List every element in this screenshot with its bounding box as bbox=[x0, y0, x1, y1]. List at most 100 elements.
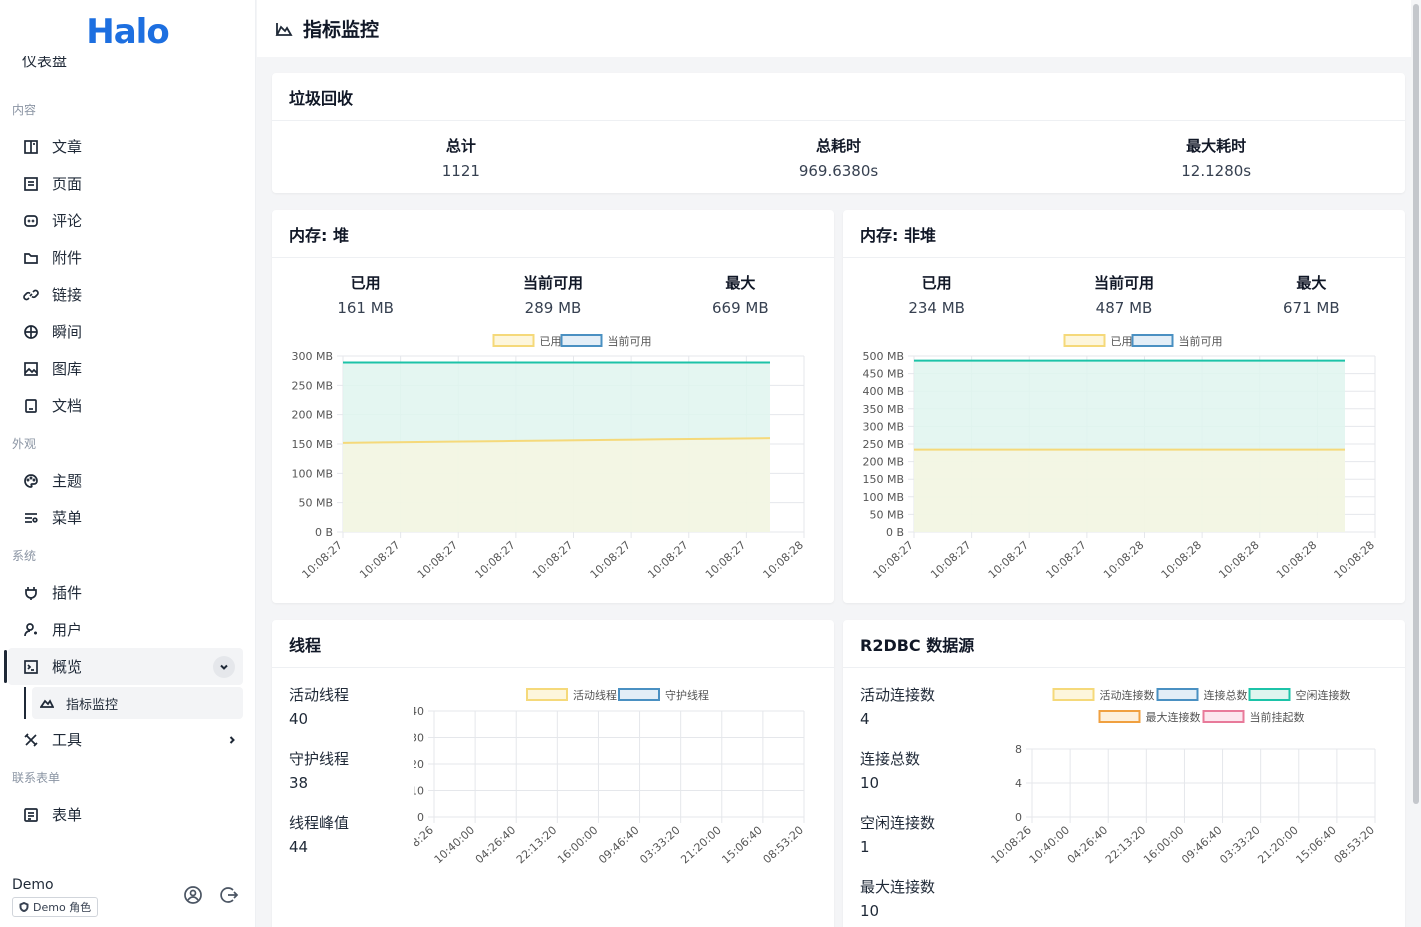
sidebar-item-photos[interactable]: 图库 bbox=[0, 350, 255, 387]
area-fill bbox=[914, 449, 1345, 532]
x-tick-label: 09:46:40 bbox=[1179, 824, 1224, 867]
x-tick-label: 10:08:26 bbox=[989, 824, 1034, 867]
nonheap-stat-available: 当前可用 487 MB bbox=[1030, 272, 1217, 317]
x-tick-label: 10:08:28 bbox=[1332, 539, 1377, 582]
page-icon bbox=[22, 175, 40, 193]
stat-label: 当前可用 bbox=[1093, 274, 1154, 292]
legend-swatch bbox=[1202, 710, 1245, 723]
heap-stat-max: 最大 669 MB bbox=[647, 272, 834, 317]
sidebar-item-label: 用户 bbox=[52, 621, 83, 639]
legend-label: 当前挂起数 bbox=[1250, 710, 1305, 724]
threads-chart: 活动线程 守护线程 40 30 20 10 010:08:2610:40:0004:26:4… bbox=[414, 688, 806, 867]
form-icon bbox=[22, 806, 40, 824]
gc-stat-total: 总计 1121 bbox=[272, 135, 650, 180]
stat-label: 已用 bbox=[921, 274, 952, 292]
x-tick-label: 10:08:27 bbox=[928, 539, 973, 582]
kv-value: 1 bbox=[860, 838, 870, 856]
x-tick-label: 10:08:28 bbox=[1159, 539, 1204, 582]
legend-label: 已用 bbox=[1111, 335, 1133, 348]
y-tick-label: 300 MB bbox=[291, 350, 333, 363]
chevron-right-icon[interactable] bbox=[221, 729, 243, 751]
x-tick-label: 10:40:00 bbox=[432, 824, 477, 867]
x-tick-label: 10:08:28 bbox=[1274, 539, 1319, 582]
sidebar-item-metrics[interactable]: 指标监控 bbox=[24, 687, 243, 719]
heap-stat-used: 已用 161 MB bbox=[272, 272, 459, 317]
sidebar-item-moments[interactable]: 瞬间 bbox=[0, 313, 255, 350]
logo-text: Halo bbox=[86, 12, 169, 52]
legend-label: 当前可用 bbox=[1179, 334, 1223, 348]
sidebar-item-forms[interactable]: 表单 bbox=[0, 796, 255, 833]
sidebar-item-menus[interactable]: 菜单 bbox=[0, 499, 255, 536]
y-tick-label: 300 MB bbox=[862, 420, 904, 433]
legend-label: 活动连接数 bbox=[1100, 689, 1155, 702]
sidebar-item-posts[interactable]: 文章 bbox=[0, 128, 255, 165]
x-tick-label: 22:13:20 bbox=[514, 824, 559, 867]
sidebar-item-links[interactable]: 链接 bbox=[0, 276, 255, 313]
y-tick-label: 100 MB bbox=[291, 467, 333, 480]
sidebar-item-overview[interactable]: 概览 bbox=[4, 648, 243, 685]
x-tick-label: 10:08:28 bbox=[1216, 539, 1261, 582]
x-tick-label: 21:20:00 bbox=[678, 824, 723, 867]
sidebar-item-label: 主题 bbox=[52, 472, 83, 490]
page-title: 指标监控 bbox=[303, 19, 380, 41]
sidebar-item-attachments[interactable]: 附件 bbox=[0, 239, 255, 276]
y-tick-label: 450 MB bbox=[862, 368, 904, 381]
sidebar-item-label: 页面 bbox=[52, 175, 83, 193]
legend-swatch bbox=[1052, 688, 1095, 701]
sidebar-item-dashboard[interactable]: 仪表盘 bbox=[22, 56, 67, 74]
nonheap-card-title: 内存: 非堆 bbox=[843, 210, 1405, 258]
stat-value: 234 MB bbox=[908, 299, 965, 317]
user-gear-icon bbox=[22, 621, 40, 639]
nonheap-stats: 已用 234 MB 当前可用 487 MB 最大 671 MB bbox=[843, 258, 1405, 317]
sidebar-item-plugins[interactable]: 插件 bbox=[0, 574, 255, 611]
y-tick-label: 50 MB bbox=[298, 497, 333, 510]
sidebar-item-docs[interactable]: 文档 bbox=[0, 387, 255, 424]
sidebar-item-themes[interactable]: 主题 bbox=[0, 462, 255, 499]
menu-icon bbox=[22, 509, 40, 527]
stat-label: 最大 bbox=[1296, 274, 1327, 292]
scrollbar-thumb[interactable] bbox=[1413, 4, 1419, 804]
kv-value: 44 bbox=[289, 838, 309, 856]
stat-value: 969.6380s bbox=[798, 162, 879, 180]
stat-label: 总计 bbox=[445, 137, 476, 155]
sidebar-item-comments[interactable]: 评论 bbox=[0, 202, 255, 239]
gc-stat-time: 总耗时 969.6380s bbox=[650, 135, 1028, 180]
legend-label: 最大连接数 bbox=[1146, 710, 1201, 724]
profile-icon[interactable] bbox=[183, 885, 203, 905]
heap-card: 内存: 堆 已用 161 MB 当前可用 289 MB 最大 669 MB 已用 当前可… bbox=[272, 210, 834, 603]
sidebar-item-label: 图库 bbox=[52, 360, 83, 378]
y-tick-label: 30 bbox=[414, 732, 424, 745]
legend-swatch bbox=[1248, 688, 1291, 701]
comment-icon bbox=[22, 212, 40, 230]
kv-label: 活动连接数 bbox=[860, 686, 936, 704]
x-tick-label: 10:08:27 bbox=[472, 539, 517, 582]
y-tick-label: 200 MB bbox=[862, 456, 904, 469]
sidebar-item-pages[interactable]: 页面 bbox=[0, 165, 255, 202]
y-tick-label: 150 MB bbox=[862, 473, 904, 486]
x-tick-label: 21:20:00 bbox=[1255, 824, 1300, 867]
x-tick-label: 03:33:20 bbox=[637, 824, 682, 867]
legend-label: 守护线程 bbox=[665, 688, 709, 702]
sidebar-item-tools[interactable]: 工具 bbox=[0, 721, 255, 758]
legend-swatch bbox=[1098, 710, 1141, 723]
sidebar-item-users[interactable]: 用户 bbox=[0, 611, 255, 648]
y-tick-label: 8 bbox=[1015, 743, 1022, 756]
sidebar-item-label: 文档 bbox=[52, 397, 83, 415]
r2dbc-total: 连接总数 10 bbox=[860, 748, 920, 792]
gc-stats: 总计 1121 总耗时 969.6380s 最大耗时 12.1280s bbox=[272, 121, 1405, 180]
chart-area-icon bbox=[40, 695, 56, 711]
x-tick-label: 10:08:27 bbox=[986, 539, 1031, 582]
gc-card: 垃圾回收 总计 1121 总耗时 969.6380s 最大耗时 12.1280s bbox=[272, 73, 1405, 193]
image-icon bbox=[22, 360, 40, 378]
chevron-down-icon[interactable] bbox=[213, 655, 235, 678]
sidebar-item-label: 仪表盘 bbox=[22, 56, 68, 70]
logo[interactable]: Halo bbox=[0, 0, 255, 64]
x-tick-label: 08:53:20 bbox=[1332, 824, 1377, 867]
logout-icon[interactable] bbox=[219, 885, 239, 905]
x-tick-label: 10:08:27 bbox=[300, 539, 345, 582]
x-tick-label: 09:46:40 bbox=[596, 824, 641, 867]
heap-card-title: 内存: 堆 bbox=[272, 210, 834, 258]
scrollbar-track[interactable] bbox=[1411, 0, 1421, 927]
stat-label: 当前可用 bbox=[522, 274, 583, 292]
sidebar-item-label: 文章 bbox=[52, 138, 83, 156]
